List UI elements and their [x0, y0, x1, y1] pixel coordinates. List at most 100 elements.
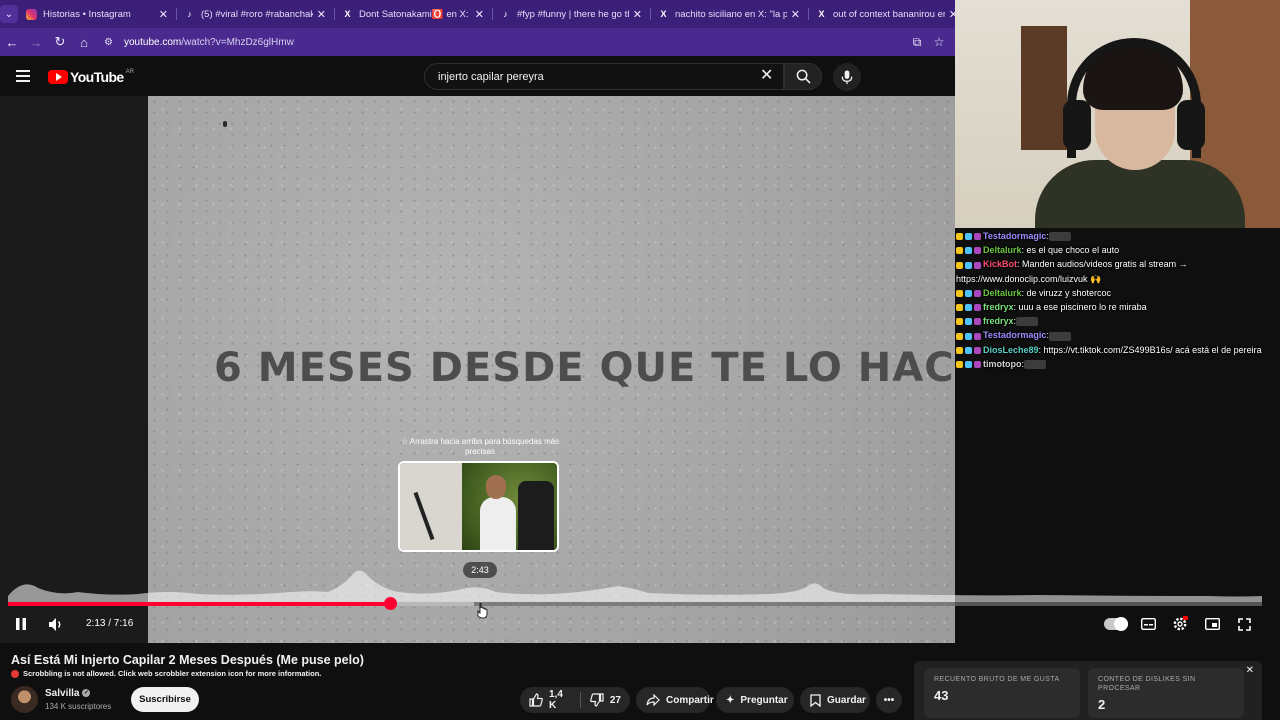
home-button[interactable]: ⌂	[72, 28, 96, 56]
forward-button[interactable]: →	[24, 28, 48, 56]
hamburger-menu-icon[interactable]	[16, 70, 30, 82]
ask-button[interactable]: ✦ Preguntar	[716, 687, 794, 713]
chat-username[interactable]: fredryx	[983, 302, 1014, 312]
chat-badge-icon	[974, 346, 981, 354]
search-input[interactable]: injerto capilar pereyra	[424, 63, 784, 90]
chat-username[interactable]: timotopo	[983, 359, 1022, 369]
volume-icon	[48, 617, 60, 631]
video-title: Así Está Mi Injerto Capilar 2 Meses Desp…	[11, 653, 364, 667]
youtube-logo[interactable]: YouTube AR	[48, 69, 134, 85]
ask-label: Preguntar	[740, 694, 788, 706]
chat-emote-icon	[1024, 359, 1047, 369]
tab-title: (5) #viral #roro #rabanchakemp	[201, 8, 313, 20]
tab-title: Historias • Instagram	[43, 8, 131, 20]
tab-close-icon[interactable]: ✕	[159, 8, 168, 21]
seek-hint: ☆ Arrastra hacia arriba para búsquedas m…	[400, 437, 560, 456]
like-button[interactable]: 1,4 K	[520, 687, 580, 713]
youtube-header: YouTube AR injerto capilar pereyra ✕	[0, 56, 955, 96]
tiktok-icon: ♪	[187, 9, 192, 19]
site-info-icon[interactable]: ⚙	[104, 37, 118, 48]
tab-close-icon[interactable]: ✕	[791, 8, 800, 21]
dislike-stats-panel: RECUENTO BRUTO DE ME GUSTA 43 CONTEO DE …	[914, 661, 1262, 720]
channel-name[interactable]: Salvilla ✓	[45, 688, 91, 699]
dislike-button[interactable]: 27	[581, 687, 630, 713]
fullscreen-icon	[1237, 617, 1251, 631]
chat-text: : de viruzz y shotercoc	[1021, 287, 1112, 298]
fullscreen-button[interactable]	[1235, 615, 1253, 633]
save-button[interactable]: Guardar	[800, 687, 870, 713]
chat-message: Deltalurk: de viruzz y shotercoc	[956, 286, 1278, 300]
chat-username[interactable]: fredryx	[983, 316, 1014, 326]
close-icon[interactable]: ✕	[1246, 665, 1254, 676]
mouse-cursor-icon	[477, 603, 488, 619]
x-icon: X	[660, 9, 667, 19]
browser-tab[interactable]: X Dont Satonakami🅾️ en X: "La g ✕	[334, 0, 492, 28]
bookmark-star-icon[interactable]: ☆	[931, 35, 947, 49]
browser-tab[interactable]: Xout of context bananirou en X:✕	[808, 0, 966, 28]
install-app-icon[interactable]: ⧉	[909, 35, 925, 50]
share-button[interactable]: Compartir	[636, 687, 714, 713]
tab-search-button[interactable]: ⌄	[0, 0, 18, 28]
chat-badge-icon	[956, 318, 963, 326]
microphone-icon	[841, 69, 853, 84]
verified-check-icon: ✓	[82, 689, 91, 698]
tab-close-icon[interactable]: ✕	[633, 8, 642, 21]
back-button[interactable]: ←	[0, 28, 24, 56]
progress-played	[8, 602, 390, 606]
volume-button[interactable]	[46, 615, 66, 633]
browser-tab[interactable]: ♪ #fyp #funny | there he go there ✕	[492, 0, 650, 28]
chat-badge-icon	[956, 346, 963, 354]
chat-badge-icon	[974, 360, 981, 368]
raw-dislikes-label: CONTEO DE DISLIKES SIN PROCESAR	[1098, 676, 1196, 692]
seek-preview-thumbnail	[398, 461, 559, 552]
chat-message: timotopo:	[956, 357, 1278, 371]
dislike-count: 27	[609, 694, 621, 706]
subscribe-button[interactable]: Suscribirse	[131, 687, 199, 712]
scrubber-handle[interactable]	[383, 597, 397, 610]
sparkle-icon: ✦	[726, 694, 735, 706]
chat-badge-icon	[965, 261, 972, 269]
browser-tab[interactable]: ♪ (5) #viral #roro #rabanchakemp ✕	[176, 0, 334, 28]
miniplayer-button[interactable]	[1203, 615, 1221, 633]
chat-username[interactable]: Testadormagic	[983, 231, 1046, 241]
time-display: 2:13 / 7:16	[86, 618, 134, 629]
chat-username[interactable]: Testadormagic	[983, 330, 1046, 340]
channel-avatar[interactable]	[11, 686, 38, 713]
pause-icon	[16, 618, 26, 630]
scrobble-notice: Scrobbling is not allowed. Click web scr…	[11, 669, 321, 678]
subtitles-button[interactable]	[1139, 615, 1157, 633]
settings-button[interactable]	[1171, 615, 1189, 633]
tab-title: nachito siciliano en X: "la propi	[675, 8, 787, 20]
voice-search-button[interactable]	[833, 63, 861, 91]
pause-button[interactable]	[12, 615, 30, 633]
tab-close-icon[interactable]: ✕	[317, 8, 326, 21]
chat-badge-icon	[965, 289, 972, 297]
save-label: Guardar	[827, 694, 866, 706]
reload-button[interactable]: ↻	[48, 28, 72, 56]
chat-username[interactable]: KickBot	[983, 259, 1017, 269]
tiktok-icon: ♪	[503, 9, 508, 19]
chat-message: DiosLeche89: https://vt.tiktok.com/ZS499…	[956, 343, 1278, 357]
browser-tab[interactable]: Xnachito siciliano en X: "la propi ✕	[650, 0, 808, 28]
chat-badge-icon	[956, 360, 963, 368]
chat-badge-icon	[965, 332, 972, 340]
url-field[interactable]: ⚙ youtube.com/watch?v=MhzDz6glHmw	[104, 31, 909, 53]
tab-close-icon[interactable]: ✕	[475, 8, 484, 21]
miniplayer-icon	[1204, 618, 1220, 630]
chat-username[interactable]: Deltalurk	[983, 245, 1022, 255]
browser-tab[interactable]: Historias • Instagram ✕	[18, 0, 176, 28]
more-actions-button[interactable]: •••	[876, 687, 902, 713]
chat-badge-icon	[974, 304, 981, 312]
thumbs-up-icon	[529, 693, 543, 707]
chat-badge-icon	[965, 360, 972, 368]
thumbs-down-icon	[590, 693, 604, 707]
chat-badge-icon	[956, 261, 963, 269]
chat-username[interactable]: Deltalurk	[983, 288, 1022, 298]
chat-badge-icon	[965, 304, 972, 312]
clear-search-icon[interactable]: ✕	[760, 65, 773, 85]
search-button[interactable]	[784, 63, 822, 90]
autoplay-toggle[interactable]	[1104, 617, 1128, 631]
country-code: AR	[125, 69, 134, 75]
raw-dislikes-card: CONTEO DE DISLIKES SIN PROCESAR 2	[1088, 668, 1244, 718]
chat-username[interactable]: DiosLeche89	[983, 345, 1039, 355]
